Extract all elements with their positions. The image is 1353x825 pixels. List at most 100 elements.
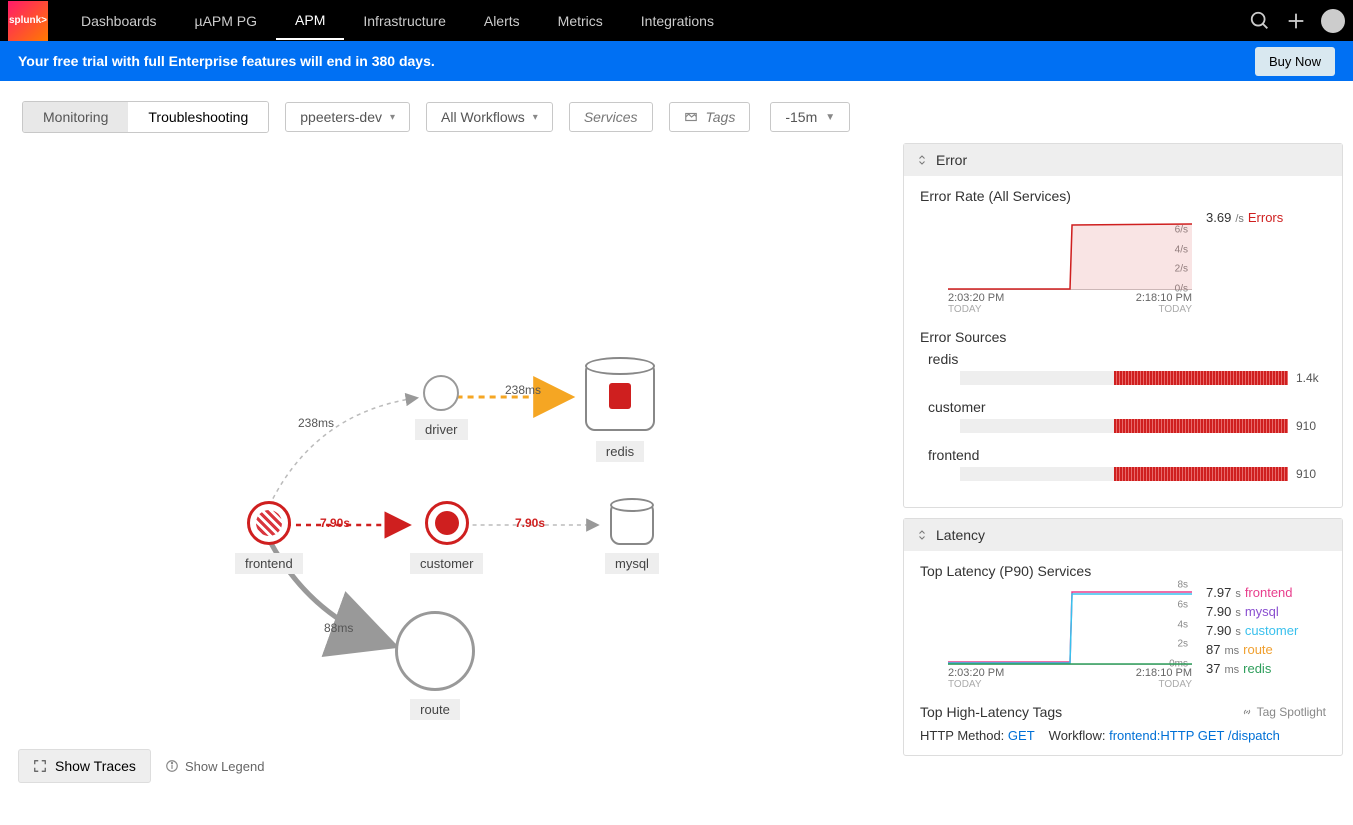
nav-item-metrics[interactable]: Metrics bbox=[539, 3, 622, 39]
error-rate-value: 3.69 bbox=[1206, 210, 1231, 225]
sort-icon bbox=[916, 154, 928, 166]
show-legend-button[interactable]: Show Legend bbox=[165, 759, 265, 774]
errors-label: Errors bbox=[1248, 210, 1283, 225]
spotlight-label: Tag Spotlight bbox=[1257, 705, 1326, 719]
error-sources-title: Error Sources bbox=[920, 329, 1326, 345]
node-mysql[interactable]: mysql bbox=[605, 501, 659, 574]
latency-value: 7.97 bbox=[1206, 585, 1231, 600]
show-traces-label: Show Traces bbox=[55, 758, 136, 774]
latency-panel: Latency Top Latency (P90) Services 8s 6s… bbox=[903, 518, 1343, 756]
service-map[interactable]: frontend customer driver redis mysql rou… bbox=[10, 143, 893, 783]
view-toggle: Monitoring Troubleshooting bbox=[22, 101, 269, 133]
workflow-link[interactable]: frontend:HTTP GET /dispatch bbox=[1109, 728, 1280, 743]
latency-service-name: redis bbox=[1243, 661, 1271, 676]
latency-legend-row[interactable]: 37ms redis bbox=[1206, 661, 1326, 676]
error-source-row[interactable]: redis 1.4k bbox=[920, 351, 1326, 385]
latency-service-name: mysql bbox=[1245, 604, 1279, 619]
error-source-name: redis bbox=[928, 351, 1326, 367]
node-label: driver bbox=[415, 419, 468, 440]
x-sub: TODAY bbox=[948, 304, 982, 315]
latency-chart[interactable]: 8s 6s 4s 2s 0ms 2:03:20 bbox=[920, 585, 1192, 690]
node-customer[interactable]: customer bbox=[410, 501, 483, 574]
error-source-value: 1.4k bbox=[1296, 371, 1326, 385]
sort-icon bbox=[916, 529, 928, 541]
http-method-link[interactable]: GET bbox=[1008, 728, 1035, 743]
buy-now-button[interactable]: Buy Now bbox=[1255, 47, 1335, 76]
show-traces-button[interactable]: Show Traces bbox=[18, 749, 151, 783]
top-nav: splunk> DashboardsµAPM PGAPMInfrastructu… bbox=[0, 0, 1353, 41]
x-sub: TODAY bbox=[1158, 304, 1192, 315]
env-selector[interactable]: ppeeters-dev ▾ bbox=[285, 102, 410, 132]
latency-legend-row[interactable]: 7.90 s customer bbox=[1206, 623, 1326, 638]
latency-panel-header[interactable]: Latency bbox=[904, 519, 1342, 551]
error-source-row[interactable]: frontend 910 bbox=[920, 447, 1326, 481]
node-label: frontend bbox=[235, 553, 303, 574]
x-sub: TODAY bbox=[1158, 679, 1192, 690]
unit: s bbox=[1235, 588, 1241, 600]
nav-item-alerts[interactable]: Alerts bbox=[465, 3, 539, 39]
latency-value: 7.90 bbox=[1206, 623, 1231, 638]
logo[interactable]: splunk> bbox=[8, 1, 48, 41]
http-method-label: HTTP Method: bbox=[920, 728, 1004, 743]
workflow-selector[interactable]: All Workflows ▾ bbox=[426, 102, 553, 132]
node-label: redis bbox=[596, 441, 644, 462]
latency-service-name: customer bbox=[1245, 623, 1298, 638]
search-icon[interactable] bbox=[1249, 10, 1271, 32]
services-filter[interactable]: Services bbox=[569, 102, 653, 132]
nav-item--apm-pg[interactable]: µAPM PG bbox=[176, 3, 277, 39]
tab-monitoring[interactable]: Monitoring bbox=[23, 102, 128, 132]
tags-filter[interactable]: Tags bbox=[669, 102, 751, 132]
latency-legend-row[interactable]: 7.90 s mysql bbox=[1206, 604, 1326, 619]
link-icon bbox=[1241, 706, 1253, 718]
latency-value: 87 bbox=[1206, 642, 1220, 657]
node-label: mysql bbox=[605, 553, 659, 574]
info-icon bbox=[165, 759, 179, 773]
chevron-down-icon: ▾ bbox=[533, 112, 538, 123]
node-route[interactable]: route bbox=[395, 611, 475, 720]
workflow-value: All Workflows bbox=[441, 109, 525, 125]
error-source-value: 910 bbox=[1296, 419, 1326, 433]
x-start: 2:03:20 PM bbox=[948, 292, 1004, 304]
edge-label: 7.90s bbox=[320, 516, 350, 530]
services-value: Services bbox=[584, 109, 638, 125]
latency-service-name: route bbox=[1243, 642, 1273, 657]
trial-banner: Your free trial with full Enterprise fea… bbox=[0, 41, 1353, 81]
error-panel-title: Error bbox=[936, 152, 967, 168]
edge-label: 238ms bbox=[298, 416, 334, 430]
unit: /s bbox=[1235, 213, 1244, 225]
unit: s bbox=[1235, 626, 1241, 638]
high-latency-tags: HTTP Method: GET Workflow: frontend:HTTP… bbox=[920, 728, 1326, 743]
workflow-label: Workflow: bbox=[1049, 728, 1106, 743]
tab-troubleshooting[interactable]: Troubleshooting bbox=[128, 102, 268, 132]
nav-item-dashboards[interactable]: Dashboards bbox=[62, 3, 176, 39]
env-value: ppeeters-dev bbox=[300, 109, 382, 125]
error-source-row[interactable]: customer 910 bbox=[920, 399, 1326, 433]
high-latency-tags-title: Top High-Latency Tags bbox=[920, 704, 1062, 720]
error-panel-header[interactable]: Error bbox=[904, 144, 1342, 176]
latency-value: 7.90 bbox=[1206, 604, 1231, 619]
node-redis[interactable]: redis bbox=[585, 361, 655, 462]
time-selector[interactable]: -15m ▼ bbox=[770, 102, 850, 132]
x-start: 2:03:20 PM bbox=[948, 667, 1004, 679]
add-icon[interactable] bbox=[1285, 10, 1307, 32]
latency-panel-title: Latency bbox=[936, 527, 985, 543]
unit: ms bbox=[1224, 645, 1239, 657]
avatar[interactable] bbox=[1321, 9, 1345, 33]
latency-value: 37 bbox=[1206, 661, 1220, 676]
node-driver[interactable]: driver bbox=[415, 375, 468, 440]
unit: s bbox=[1235, 607, 1241, 619]
error-source-bar bbox=[960, 371, 1288, 385]
error-rate-chart[interactable]: 6/s 4/s 2/s 0/s 2:03:20 PM 2:18:10 PM bbox=[920, 210, 1192, 315]
latency-legend-row[interactable]: 7.97s frontend bbox=[1206, 585, 1326, 600]
tags-value: Tags bbox=[706, 109, 736, 125]
tag-spotlight-link[interactable]: Tag Spotlight bbox=[1241, 705, 1326, 719]
edge-label: 88ms bbox=[324, 621, 353, 635]
nav-item-integrations[interactable]: Integrations bbox=[622, 3, 733, 39]
x-sub: TODAY bbox=[948, 679, 982, 690]
nav-item-apm[interactable]: APM bbox=[276, 2, 344, 40]
edge-label: 238ms bbox=[505, 383, 541, 397]
node-frontend[interactable]: frontend bbox=[235, 501, 303, 574]
nav-item-infrastructure[interactable]: Infrastructure bbox=[344, 3, 464, 39]
latency-legend-row[interactable]: 87 ms route bbox=[1206, 642, 1326, 657]
expand-icon bbox=[33, 759, 47, 773]
